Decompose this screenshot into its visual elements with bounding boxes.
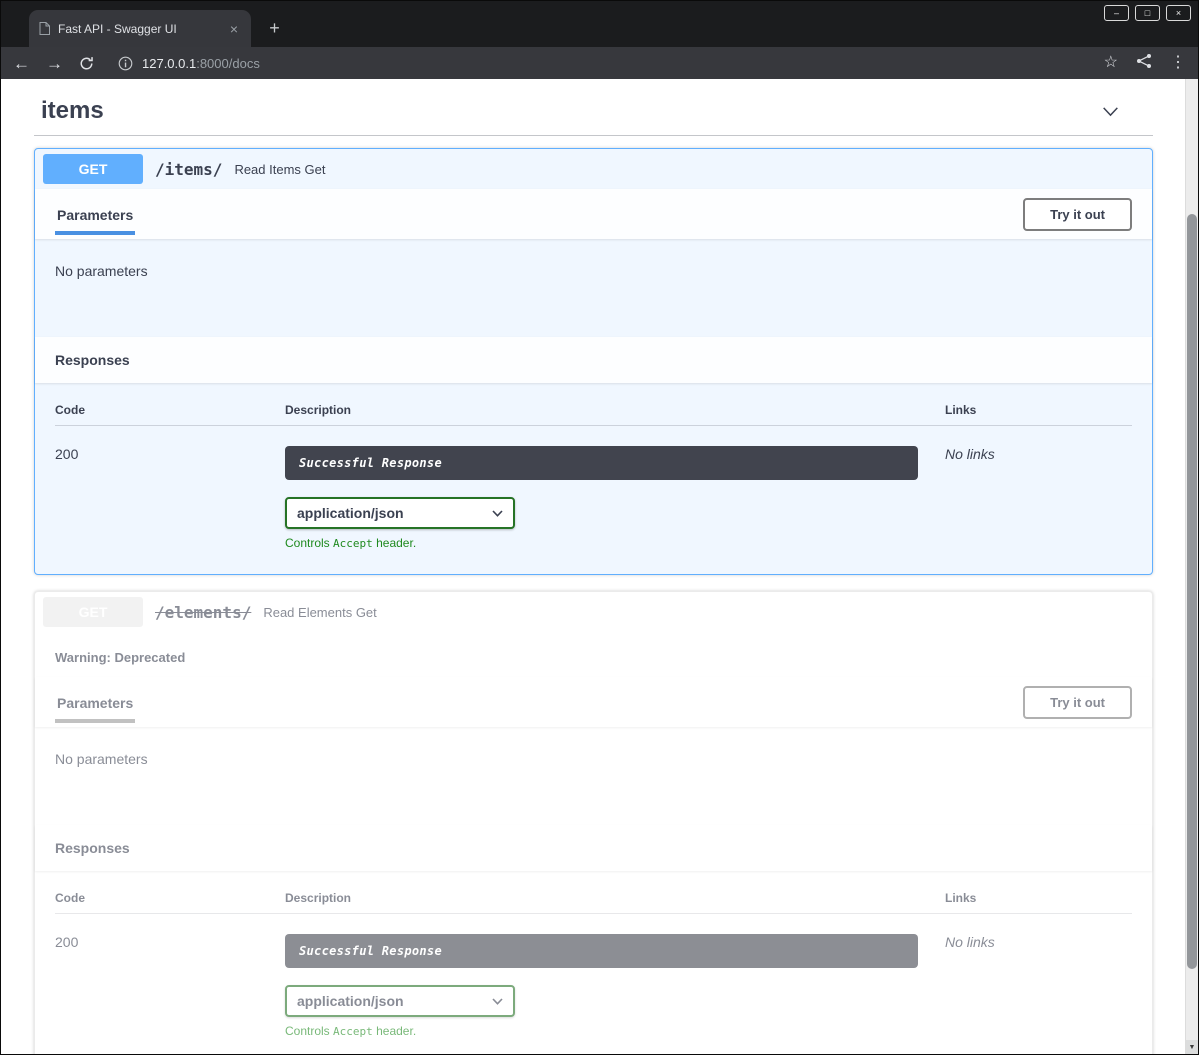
operation-summary-text: Read Items Get (234, 162, 325, 177)
accept-note-code: Accept (333, 1025, 373, 1038)
responses-title: Responses (55, 840, 130, 856)
scrollbar-thumb[interactable] (1187, 214, 1197, 969)
page-icon (39, 22, 50, 35)
accept-note-code: Accept (333, 537, 373, 550)
method-badge: GET (43, 597, 143, 627)
response-description-cell: Successful Response application/json Con… (285, 446, 945, 550)
page-content: items GET /items/ Read Items Get (1, 79, 1198, 1054)
minimize-button[interactable]: – (1104, 5, 1129, 21)
response-code: 200 (55, 934, 285, 950)
tab-close-icon[interactable]: × (225, 20, 243, 38)
operation-summary[interactable]: GET /elements/ Read Elements Get (35, 592, 1152, 632)
media-type-select[interactable]: application/json (285, 497, 515, 529)
site-info-icon[interactable] (118, 56, 133, 71)
accept-note-suffix: header. (373, 536, 416, 550)
deprecated-warning: Warning: Deprecated (35, 632, 1152, 677)
swagger-ui: items GET /items/ Read Items Get (1, 79, 1198, 1054)
maximize-button[interactable]: □ (1135, 5, 1160, 21)
operation-summary[interactable]: GET /items/ Read Items Get (35, 149, 1152, 189)
responses-header: Responses (35, 825, 1152, 871)
parameters-tab[interactable]: Parameters (55, 682, 135, 723)
media-type-select[interactable]: application/json (285, 985, 515, 1017)
links-cell: No links (945, 446, 1132, 462)
address-bar[interactable]: 127.0.0.1:8000/docs (118, 56, 1104, 71)
responses-table-header: Code Description Links (55, 891, 1132, 914)
browser-window: Fast API - Swagger UI × + – □ × ← → 127.… (0, 0, 1199, 1055)
bookmark-star-icon[interactable]: ☆ (1104, 55, 1118, 71)
url-host: 127.0.0.1 (142, 56, 196, 71)
tag-title: items (41, 97, 104, 125)
close-button[interactable]: × (1166, 5, 1191, 21)
back-icon[interactable]: ← (13, 55, 30, 72)
parameters-tab[interactable]: Parameters (55, 194, 135, 235)
chevron-down-icon (492, 998, 503, 1005)
responses-body: Code Description Links 200 Successful Re… (35, 383, 1152, 574)
tag-section-header[interactable]: items (34, 91, 1153, 136)
no-parameters-text: No parameters (55, 751, 148, 767)
scroll-down-arrow-icon[interactable]: ▼ (1186, 1040, 1198, 1054)
window-titlebar: Fast API - Swagger UI × + – □ × (1, 1, 1198, 47)
code-column-header: Code (55, 891, 285, 905)
operation-path: /items/ (155, 160, 222, 179)
opblock-get-items: GET /items/ Read Items Get Parameters Tr… (34, 148, 1153, 575)
no-parameters-text: No parameters (55, 263, 148, 279)
links-column-header: Links (945, 891, 1132, 905)
accept-header-note: Controls Accept header. (285, 1024, 945, 1038)
responses-title: Responses (55, 352, 130, 368)
browser-toolbar: ← → 127.0.0.1:8000/docs ☆ (1, 47, 1198, 79)
reload-icon[interactable] (79, 56, 94, 71)
parameters-tab-label: Parameters (55, 194, 135, 235)
media-type-value: application/json (297, 505, 404, 521)
responses-body: Code Description Links 200 Successful Re… (35, 871, 1152, 1054)
media-type-value: application/json (297, 993, 404, 1009)
accept-note-suffix: header. (373, 1024, 416, 1038)
links-cell: No links (945, 934, 1132, 950)
opblock-get-elements-deprecated: GET /elements/ Read Elements Get Warning… (34, 591, 1153, 1054)
response-row: 200 Successful Response application/json… (55, 426, 1132, 550)
toolbar-right: ☆ ⋮ (1104, 53, 1186, 73)
chevron-down-icon (492, 510, 503, 517)
parameters-body: No parameters (35, 727, 1152, 825)
accept-note-prefix: Controls (285, 536, 333, 550)
parameters-body: No parameters (35, 239, 1152, 337)
parameters-header: Parameters Try it out (35, 189, 1152, 239)
description-column-header: Description (285, 403, 945, 417)
response-description-box: Successful Response (285, 934, 918, 968)
accept-note-prefix: Controls (285, 1024, 333, 1038)
parameters-tab-label: Parameters (55, 682, 135, 723)
operation-summary-text: Read Elements Get (263, 605, 376, 620)
forward-icon[interactable]: → (46, 55, 63, 72)
browser-tab[interactable]: Fast API - Swagger UI × (29, 10, 251, 47)
try-it-out-button[interactable]: Try it out (1023, 198, 1132, 231)
responses-header: Responses (35, 337, 1152, 383)
response-code: 200 (55, 446, 285, 462)
accept-header-note: Controls Accept header. (285, 536, 945, 550)
description-column-header: Description (285, 891, 945, 905)
response-description-box: Successful Response (285, 446, 918, 480)
response-row: 200 Successful Response application/json… (55, 914, 1132, 1038)
responses-table-header: Code Description Links (55, 403, 1132, 426)
url-path: :8000/docs (196, 56, 260, 71)
url-text: 127.0.0.1:8000/docs (142, 56, 260, 71)
tab-title: Fast API - Swagger UI (58, 22, 217, 36)
new-tab-button[interactable]: + (261, 15, 288, 42)
method-badge: GET (43, 154, 143, 184)
browser-menu-icon[interactable]: ⋮ (1170, 55, 1186, 71)
scrollbar[interactable]: ▼ (1185, 79, 1198, 1054)
operation-path: /elements/ (155, 603, 251, 622)
code-column-header: Code (55, 403, 285, 417)
parameters-header: Parameters Try it out (35, 677, 1152, 727)
response-description-cell: Successful Response application/json Con… (285, 934, 945, 1038)
try-it-out-button[interactable]: Try it out (1023, 686, 1132, 719)
hub-icon[interactable] (1136, 53, 1152, 73)
window-controls: – □ × (1104, 5, 1191, 21)
links-column-header: Links (945, 403, 1132, 417)
collapse-chevron-icon[interactable] (1100, 101, 1145, 122)
